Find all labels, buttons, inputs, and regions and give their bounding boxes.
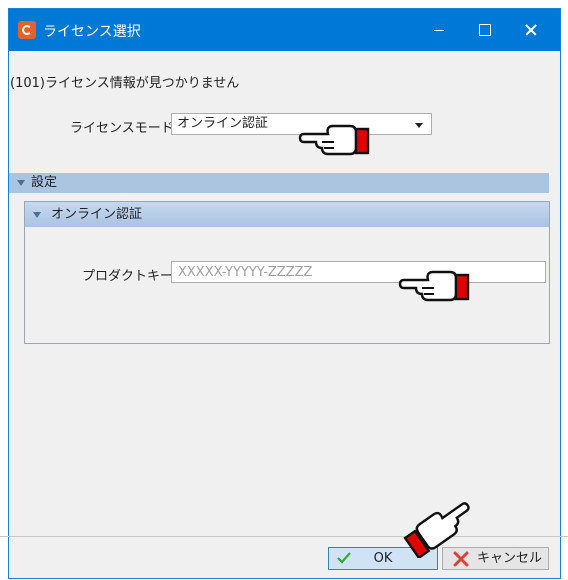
cancel-label: キャンセル [477, 551, 543, 566]
check-icon [337, 552, 351, 564]
settings-section-label: 設定 [31, 175, 58, 190]
error-message: (101)ライセンス情報が見つかりません [10, 76, 240, 91]
online-auth-header[interactable]: オンライン認証 [25, 202, 549, 227]
pointing-hand-icon [298, 124, 370, 156]
product-key-label: プロダクトキー [82, 269, 174, 284]
button-bar-divider [0, 536, 568, 537]
dropdown-arrow-icon [415, 123, 423, 128]
license-mode-value: オンライン認証 [177, 116, 269, 131]
collapse-triangle-icon [17, 180, 25, 186]
collapse-triangle-icon [33, 212, 41, 218]
maximize-button[interactable] [462, 9, 508, 51]
product-key-input[interactable] [171, 261, 546, 283]
window-title: ライセンス選択 [43, 24, 141, 40]
minimize-button[interactable] [416, 9, 462, 51]
app-icon [18, 21, 36, 39]
settings-section-header[interactable]: 設定 [9, 173, 549, 193]
close-button[interactable] [508, 9, 554, 51]
ok-label: OK [373, 551, 393, 566]
pointing-hand-icon [398, 270, 470, 302]
license-mode-label: ライセンスモード [70, 121, 174, 136]
pointing-hand-icon [403, 502, 470, 558]
online-auth-label: オンライン認証 [51, 207, 143, 222]
title-bar[interactable]: ライセンス選択 [9, 9, 560, 51]
